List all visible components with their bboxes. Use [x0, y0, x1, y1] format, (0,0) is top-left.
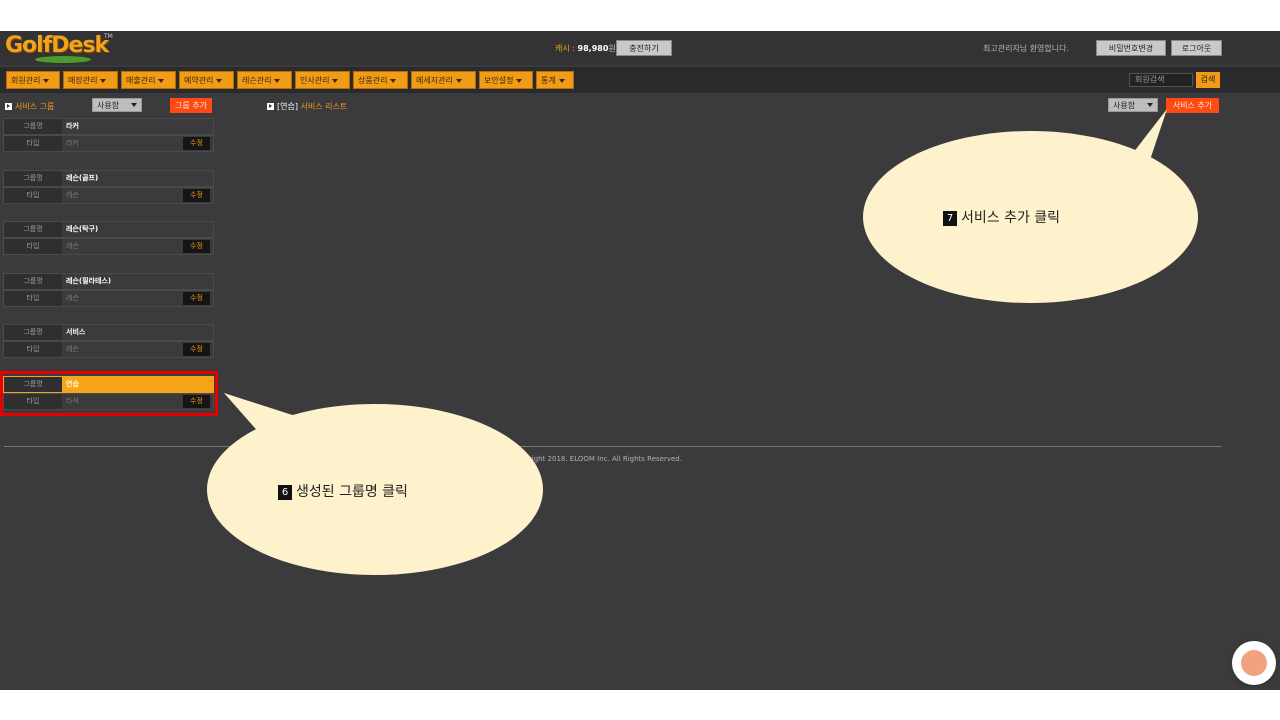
chat-bot-icon: [1241, 650, 1267, 676]
callout-7-label: 서비스 추가 클릭: [961, 210, 1061, 226]
screen: GolfDesk TM 캐시 : 98,980원 충전하기 최고관리자님 환영합…: [0, 0, 1280, 720]
callout-tails: [224, 109, 1167, 470]
callout-6-text: 6 생성된 그룹명 클릭: [278, 481, 408, 501]
callout-7-number: 7: [943, 211, 957, 226]
callout-6-label: 생성된 그룹명 클릭: [296, 484, 408, 500]
callout-6-number: 6: [278, 485, 292, 500]
callout-7-text: 7 서비스 추가 클릭: [943, 207, 1060, 227]
chat-assistant-button[interactable]: [1232, 641, 1276, 685]
